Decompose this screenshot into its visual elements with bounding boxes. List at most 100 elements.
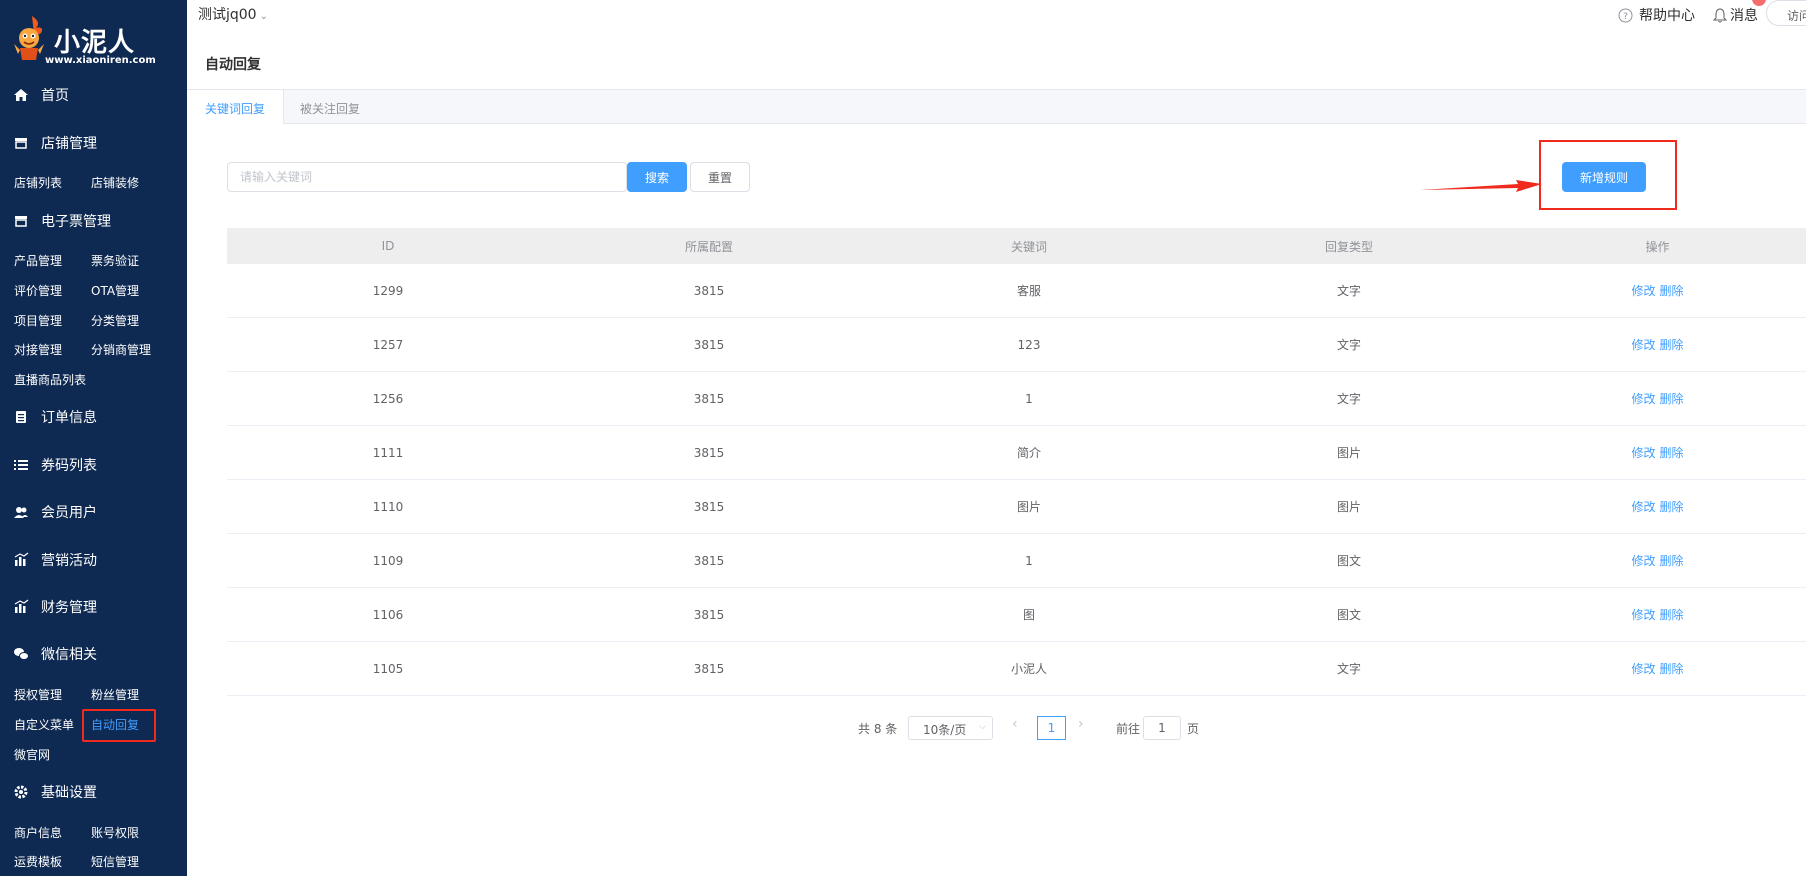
nav-orders[interactable]: 订单信息: [0, 406, 187, 428]
cell-keyword: 1: [1025, 391, 1033, 406]
edit-link[interactable]: 修改: [1631, 338, 1655, 352]
cell-actions: 修改 删除: [1509, 282, 1806, 299]
nav-shop[interactable]: 店铺管理: [0, 132, 187, 154]
cell-reply-type: 图片: [1336, 446, 1361, 460]
tab-follow-reply[interactable]: 被关注回复: [282, 90, 378, 123]
page-size-select[interactable]: 10条/页 ⌵: [908, 716, 993, 740]
nav-members[interactable]: 会员用户: [0, 501, 187, 523]
cell-id: 1106: [372, 607, 404, 622]
annotation-arrow: [1420, 180, 1542, 192]
prev-page-icon[interactable]: ‹: [1012, 716, 1018, 732]
help-center-label: 帮助中心: [1639, 8, 1695, 24]
finance-chart-icon: [14, 599, 29, 613]
nav-marketing[interactable]: 营销活动: [0, 549, 187, 571]
chevron-down-icon: ⌵: [979, 722, 986, 732]
search-button[interactable]: 搜索: [627, 162, 687, 192]
reset-button[interactable]: 重置: [690, 162, 750, 192]
sidebar-item-sms[interactable]: 短信管理: [91, 853, 139, 870]
page-number-current[interactable]: 1: [1037, 716, 1066, 740]
edit-link[interactable]: 修改: [1631, 284, 1655, 298]
nav-settings-label: 基础设置: [41, 785, 97, 801]
next-page-icon[interactable]: ›: [1078, 716, 1084, 732]
cell-config: 3815: [693, 391, 725, 406]
sidebar-item-shop-list[interactable]: 店铺列表: [14, 174, 62, 191]
nav-home[interactable]: 首页: [0, 84, 187, 106]
tab-keyword-reply[interactable]: 关键词回复: [187, 90, 285, 124]
nav-wechat-label: 微信相关: [41, 647, 97, 663]
nav-eticket[interactable]: 电子票管理: [0, 210, 187, 232]
edit-link[interactable]: 修改: [1631, 662, 1655, 676]
nav-settings[interactable]: 基础设置: [0, 781, 187, 803]
sidebar-item-ticket-verify[interactable]: 票务验证: [91, 252, 139, 269]
store-selector[interactable]: 测试jq00 ⌄: [198, 4, 268, 24]
edit-link[interactable]: 修改: [1631, 500, 1655, 514]
gear-icon: [14, 785, 28, 799]
sidebar-item-custom-menu[interactable]: 自定义菜单: [14, 716, 74, 733]
sidebar-item-integration[interactable]: 对接管理: [14, 341, 62, 358]
brand-logo[interactable]: 小泥人 www.xiaoniren.com: [10, 12, 180, 72]
cell-actions: 修改 删除: [1509, 552, 1806, 569]
cell-id: 1257: [372, 337, 404, 352]
cell-actions: 修改 删除: [1509, 606, 1806, 623]
delete-link[interactable]: 删除: [1660, 446, 1684, 460]
cell-keyword: 图片: [1016, 500, 1041, 514]
edit-link[interactable]: 修改: [1631, 554, 1655, 568]
sidebar-item-reviews[interactable]: 评价管理: [14, 282, 62, 299]
delete-link[interactable]: 删除: [1660, 662, 1684, 676]
cell-reply-type: 图文: [1336, 554, 1361, 568]
nav-coupons[interactable]: 券码列表: [0, 454, 187, 476]
col-header-config: 所属配置: [684, 239, 733, 254]
sidebar-item-ota[interactable]: OTA管理: [91, 282, 139, 299]
sidebar-item-distributors[interactable]: 分销商管理: [91, 341, 151, 358]
sidebar-item-micro-site[interactable]: 微官网: [14, 746, 50, 763]
store-name: 测试jq00: [198, 7, 257, 23]
sidebar-item-projects[interactable]: 项目管理: [14, 312, 62, 329]
edit-link[interactable]: 修改: [1631, 608, 1655, 622]
sidebar-item-categories[interactable]: 分类管理: [91, 312, 139, 329]
delete-link[interactable]: 删除: [1660, 338, 1684, 352]
delete-link[interactable]: 删除: [1660, 500, 1684, 514]
add-rule-button[interactable]: 新增规则: [1562, 162, 1646, 192]
table-row: 1106 3815 图 图文 修改 删除: [227, 588, 1806, 642]
sidebar-item-shop-decor[interactable]: 店铺装修: [91, 174, 139, 191]
messages-link[interactable]: 消息: [1713, 5, 1758, 25]
cell-config: 3815: [693, 337, 725, 352]
col-header-id: ID: [381, 239, 395, 253]
cell-keyword: 简介: [1016, 446, 1041, 460]
cell-id: 1111: [372, 445, 404, 460]
delete-link[interactable]: 删除: [1660, 608, 1684, 622]
goto-page-input[interactable]: [1143, 716, 1181, 740]
table-row: 1109 3815 1 图文 修改 删除: [227, 534, 1806, 588]
sidebar-item-products[interactable]: 产品管理: [14, 252, 62, 269]
cell-actions: 修改 删除: [1509, 336, 1806, 353]
nav-shop-label: 店铺管理: [41, 136, 97, 152]
sidebar: 小泥人 www.xiaoniren.com 首页 店铺管理 店铺列表 店铺装修 …: [0, 0, 187, 876]
sidebar-item-merchant-info[interactable]: 商户信息: [14, 824, 62, 841]
cell-config: 3815: [693, 283, 725, 298]
delete-link[interactable]: 删除: [1660, 284, 1684, 298]
cell-actions: 修改 删除: [1509, 660, 1806, 677]
goto-suffix: 页: [1187, 721, 1200, 736]
delete-link[interactable]: 删除: [1660, 554, 1684, 568]
visit-button[interactable]: 访问: [1766, 0, 1806, 26]
tab-bar: 关键词回复 被关注回复: [187, 89, 1806, 124]
sidebar-item-fans[interactable]: 粉丝管理: [91, 686, 139, 703]
cell-id: 1110: [372, 499, 404, 514]
sidebar-item-live-products[interactable]: 直播商品列表: [14, 371, 86, 388]
ticket-icon: [15, 216, 27, 227]
delete-link[interactable]: 删除: [1660, 392, 1684, 406]
cell-keyword: 客服: [1016, 284, 1041, 298]
cell-reply-type: 文字: [1336, 662, 1361, 676]
sidebar-item-account-permissions[interactable]: 账号权限: [91, 824, 139, 841]
edit-link[interactable]: 修改: [1631, 446, 1655, 460]
edit-link[interactable]: 修改: [1631, 392, 1655, 406]
clipboard-icon: [16, 411, 26, 423]
keyword-search-input[interactable]: [227, 162, 627, 192]
sidebar-item-shipping-template[interactable]: 运费模板: [14, 853, 62, 870]
nav-finance[interactable]: 财务管理: [0, 596, 187, 618]
sidebar-item-authorization[interactable]: 授权管理: [14, 686, 62, 703]
nav-wechat[interactable]: 微信相关: [0, 643, 187, 665]
table-body: 1299 3815 客服 文字 修改 删除 1257 3815 123 文字 修改 删除 1256 381…: [227, 264, 1806, 696]
cell-config: 3815: [693, 499, 725, 514]
help-center-link[interactable]: ? 帮助中心: [1618, 5, 1695, 25]
